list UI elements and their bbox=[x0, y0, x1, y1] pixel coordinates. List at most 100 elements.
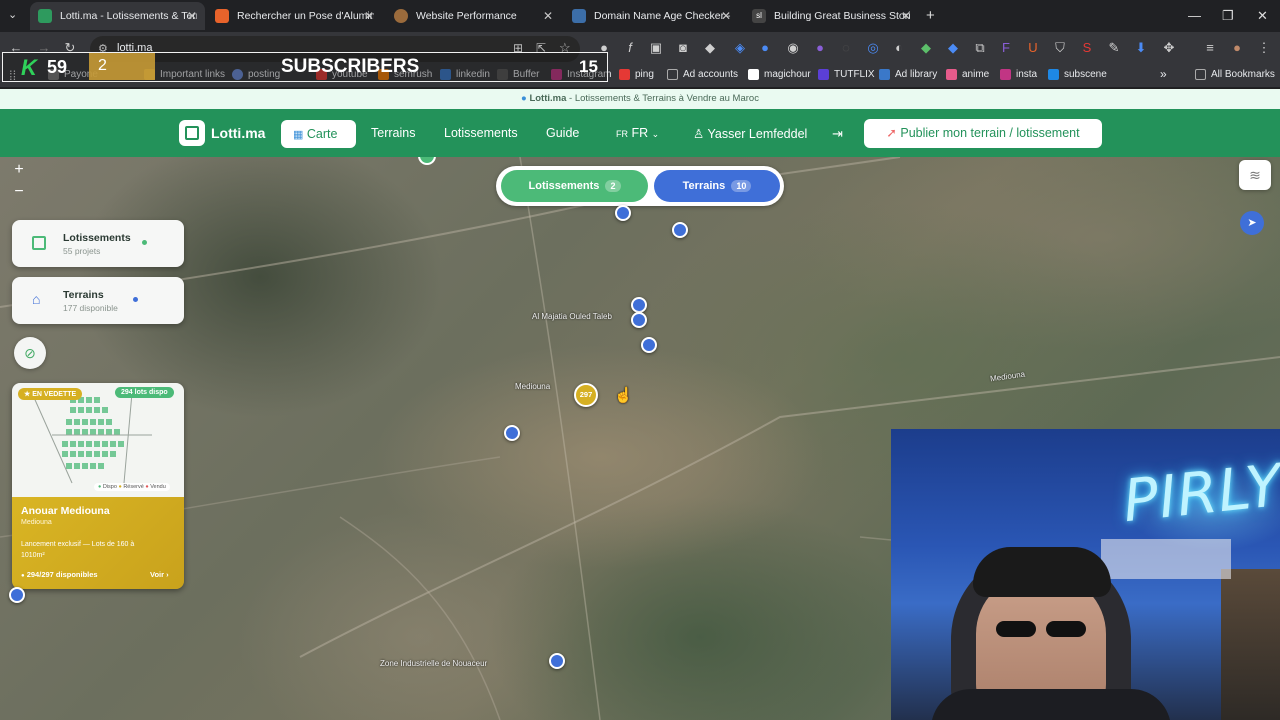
lotti-logo-mark[interactable] bbox=[179, 120, 205, 146]
formula-extension-icon[interactable]: f bbox=[622, 40, 638, 56]
stories-favicon-icon: sl bbox=[752, 9, 766, 23]
folder-icon bbox=[1195, 69, 1206, 80]
map-icon: ▦ bbox=[293, 129, 304, 141]
publish-button[interactable]: ➚ Publier mon terrain / lotissement bbox=[864, 119, 1102, 148]
extension-icon[interactable]: ◎ bbox=[865, 40, 881, 56]
tab-aluminium[interactable]: Rechercher un Pose d'Aluminiu ✕ bbox=[207, 2, 382, 30]
bookmark-label: Ad library bbox=[895, 69, 938, 80]
instagram-icon bbox=[1000, 69, 1011, 80]
bookmark-tutflix[interactable]: TUTFLIX bbox=[818, 69, 875, 80]
window-close-icon[interactable]: ✕ bbox=[1257, 8, 1268, 24]
toggle-lotissements[interactable]: Lotissements 2 bbox=[501, 170, 648, 202]
layers-button[interactable]: ≋ bbox=[1239, 160, 1271, 190]
menu-dots-icon[interactable]: ⋮ bbox=[1256, 40, 1272, 56]
terrain-pin[interactable] bbox=[615, 205, 631, 221]
minimize-icon[interactable]: — bbox=[1188, 8, 1201, 23]
bookmark-label: subscene bbox=[1064, 69, 1107, 80]
all-bookmarks-button[interactable]: All Bookmarks bbox=[1195, 69, 1275, 80]
tab-search-icon[interactable]: ⌄ bbox=[8, 8, 17, 21]
terrain-pin[interactable] bbox=[504, 425, 520, 441]
compass-button[interactable]: ⊘ bbox=[14, 337, 46, 369]
image-extension-icon[interactable]: ▣ bbox=[648, 40, 664, 56]
panel-subtitle: 177 disponible bbox=[63, 303, 118, 313]
pen-icon[interactable]: ✎ bbox=[1106, 40, 1122, 56]
extension-icon[interactable]: ● bbox=[812, 40, 828, 56]
subscribers-title: SUBSCRIBERS bbox=[281, 56, 420, 77]
nav-guide-link[interactable]: Guide bbox=[546, 126, 579, 140]
toggle-lotissements-count: 2 bbox=[605, 180, 621, 192]
locate-me-button[interactable]: ➤ bbox=[1240, 211, 1264, 235]
extension-icon[interactable]: F bbox=[998, 40, 1014, 56]
bookmark-favicon-icon bbox=[619, 69, 630, 80]
terrain-pin[interactable] bbox=[9, 587, 25, 603]
terrain-pin[interactable] bbox=[641, 337, 657, 353]
extension-icon[interactable]: U bbox=[1025, 40, 1041, 56]
bookmark-subscene[interactable]: subscene bbox=[1048, 69, 1107, 80]
extension-icon[interactable]: ◆ bbox=[918, 40, 934, 56]
availability: ● 294/297 disponibles bbox=[21, 570, 98, 579]
tab-website-performance[interactable]: Website Performance ✕ bbox=[386, 2, 561, 30]
person-shoulders bbox=[931, 689, 1171, 720]
extension-icon[interactable]: ◆ bbox=[945, 40, 961, 56]
extension-icon[interactable]: ⧉ bbox=[972, 40, 988, 56]
media-icon[interactable]: ≡ bbox=[1202, 40, 1218, 56]
banner-brand: Lotti.ma bbox=[529, 93, 567, 104]
extension-icon[interactable]: ◆ bbox=[702, 40, 718, 56]
lots-available-badge: 294 lots dispo bbox=[115, 387, 174, 398]
restore-icon[interactable]: ❐ bbox=[1222, 8, 1234, 24]
toggle-lotissements-label: Lotissements bbox=[528, 180, 600, 192]
bookmark-anime[interactable]: anime bbox=[946, 69, 989, 80]
sunglasses-right-lens bbox=[1046, 621, 1086, 637]
meta-icon bbox=[879, 69, 890, 80]
webcam-overlay: PIRLY bbox=[891, 429, 1280, 720]
nav-lotissements-link[interactable]: Lotissements bbox=[444, 126, 518, 140]
extension-icon[interactable]: ◐ bbox=[891, 40, 907, 56]
terrain-pin[interactable] bbox=[631, 297, 647, 313]
lotti-logo-text[interactable]: Lotti.ma bbox=[211, 125, 265, 141]
terrain-pin[interactable] bbox=[631, 312, 647, 328]
bookmark-magichour[interactable]: magichour bbox=[748, 69, 811, 80]
bookmark-ping[interactable]: ping bbox=[619, 69, 654, 80]
terrain-pin[interactable] bbox=[672, 222, 688, 238]
view-project-link[interactable]: Voir › bbox=[150, 570, 169, 579]
bookmark-ad-library[interactable]: Ad library bbox=[879, 69, 937, 80]
extension-icon[interactable]: ◉ bbox=[785, 40, 801, 56]
terrain-pin[interactable] bbox=[549, 653, 565, 669]
zoom-out-button[interactable]: − bbox=[8, 181, 30, 203]
language-select[interactable]: FR FR ⌄ bbox=[616, 126, 659, 140]
logout-icon[interactable]: ⇥ bbox=[832, 126, 843, 142]
toggle-terrains[interactable]: Terrains 10 bbox=[654, 170, 780, 202]
shield-icon[interactable]: ⛉ bbox=[1052, 40, 1068, 56]
bookmarks-overflow-button[interactable]: » bbox=[1160, 67, 1167, 81]
tab-lotti[interactable]: Lotti.ma - Lotissements & Terra ✕ bbox=[30, 2, 205, 30]
featured-project-card[interactable]: ★ EN VEDETTE 294 lots dispo ● Dispo ● Ré… bbox=[12, 383, 184, 589]
new-tab-button[interactable]: + bbox=[926, 7, 935, 24]
extension-icon[interactable]: ◈ bbox=[732, 40, 748, 56]
bookmark-label: anime bbox=[962, 69, 990, 80]
close-icon[interactable]: ✕ bbox=[187, 9, 197, 23]
extensions-puzzle-icon[interactable]: ✥ bbox=[1161, 40, 1177, 56]
terrains-panel[interactable]: ⌂ Terrains 177 disponible bbox=[12, 277, 184, 324]
close-icon[interactable]: ✕ bbox=[901, 9, 911, 23]
extension-icon[interactable]: ◌ bbox=[838, 40, 854, 56]
tab-business-stories[interactable]: sl Building Great Business Stories ✕ bbox=[744, 2, 919, 30]
extension-icon[interactable]: ● bbox=[757, 40, 773, 56]
featured-cluster-marker[interactable]: 297 bbox=[574, 383, 598, 407]
lotissements-panel[interactable]: Lotissements 55 projets bbox=[12, 220, 184, 267]
profile-avatar-icon[interactable]: ● bbox=[1229, 40, 1245, 56]
grid-logo-icon bbox=[185, 126, 199, 140]
tab-title: Rechercher un Pose d'Aluminiu bbox=[237, 10, 374, 22]
bookmark-ad-accounts[interactable]: Ad accounts bbox=[667, 69, 738, 80]
close-icon[interactable]: ✕ bbox=[364, 9, 374, 23]
camera-extension-icon[interactable]: ◙ bbox=[675, 40, 691, 56]
bookmark-insta[interactable]: insta bbox=[1000, 69, 1037, 80]
user-menu[interactable]: ♙ Yasser Lemfeddel bbox=[693, 126, 807, 141]
nav-terrains-link[interactable]: Terrains bbox=[371, 126, 415, 140]
extension-icon[interactable]: S bbox=[1079, 40, 1095, 56]
download-icon[interactable]: ⬇ bbox=[1133, 40, 1149, 56]
nav-carte-button[interactable]: ▦ Carte bbox=[281, 120, 356, 148]
close-icon[interactable]: ✕ bbox=[543, 9, 553, 23]
zoom-in-button[interactable]: + bbox=[8, 159, 30, 181]
tab-domain-age[interactable]: Domain Name Age Checker - C ✕ bbox=[564, 2, 739, 30]
close-icon[interactable]: ✕ bbox=[721, 9, 731, 23]
